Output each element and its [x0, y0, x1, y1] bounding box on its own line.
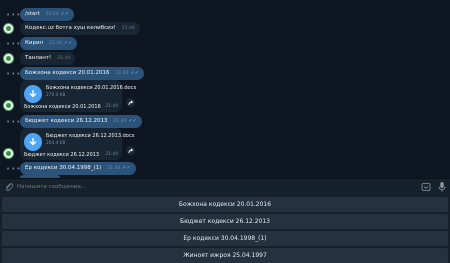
- message-composer: Напишите сообщение...: [0, 178, 450, 195]
- message-time: 21:44: [45, 12, 59, 17]
- chat-history[interactable]: ••• /start 21:44 ✓✓ Кодекс.uz ботга хуш ке…: [0, 0, 450, 178]
- file-size: 279.0 KB: [46, 93, 66, 98]
- avatar[interactable]: [3, 100, 14, 111]
- message-bubble[interactable]: Танлант! 21:44: [20, 52, 76, 65]
- message-input[interactable]: Напишите сообщение...: [17, 184, 86, 190]
- check-icon: ✓✓: [122, 165, 131, 171]
- avatar[interactable]: [3, 53, 14, 64]
- file-name[interactable]: Бюджет кодекси 26.12.2013.docx: [46, 133, 135, 139]
- message-text: Танлант!: [25, 55, 52, 61]
- message-bubble[interactable]: Кодекс.uz ботга хуш келибсиз! 21:44: [20, 22, 140, 35]
- keyboard-icon[interactable]: [421, 182, 431, 192]
- avatar[interactable]: [3, 23, 14, 34]
- document-message[interactable]: Бюджет кодекси 26.12.2013.docx 204.4 KB …: [20, 128, 135, 160]
- keyboard-button[interactable]: Божхона кодекси 20.01.2016: [2, 197, 448, 212]
- attach-icon[interactable]: [4, 182, 14, 192]
- message-text: Божхона кодекси 20.01.2016: [25, 70, 110, 76]
- mic-icon[interactable]: [437, 181, 447, 193]
- share-icon[interactable]: [126, 98, 135, 107]
- message-time: 21:44: [113, 119, 127, 124]
- keyboard-button[interactable]: Бюджет кодекси 26.12.2013: [2, 214, 448, 229]
- download-icon[interactable]: [24, 133, 42, 151]
- message-time: 21:44: [105, 152, 118, 157]
- download-icon[interactable]: [24, 85, 42, 103]
- message-time: 21:44: [107, 166, 121, 171]
- message-time: 21:44: [105, 104, 118, 109]
- message-text: Бюджет кодекси 26.12.2013: [25, 118, 108, 124]
- check-icon: ✓✓: [60, 11, 70, 17]
- share-icon[interactable]: [126, 146, 135, 155]
- message-text: Ер кодекси 30.04.1998_(1): [25, 165, 102, 171]
- message-time: 21:44: [57, 56, 71, 61]
- file-size: 204.4 KB: [46, 141, 66, 146]
- keyboard-button[interactable]: Ер кодекси 30.04.1998_(1): [2, 231, 448, 246]
- reply-keyboard: Божхона кодекси 20.01.2016 Бюджет кодекс…: [0, 195, 450, 263]
- message-text: Кирил: [25, 40, 44, 46]
- file-caption: Божхона кодекси 20.01.2016: [24, 104, 101, 110]
- message-bubble[interactable]: Божхона кодекси 20.01.2016 21:44 ✓✓: [20, 67, 144, 80]
- message-bubble[interactable]: /start 21:44 ✓✓: [20, 8, 75, 21]
- message-time: 21:44: [49, 41, 63, 46]
- message-text: Кодекс.uz ботга хуш келибсиз!: [25, 25, 116, 31]
- message-bubble[interactable]: Бюджет кодекси 26.12.2013 21:44 ✓✓: [20, 115, 142, 128]
- avatar[interactable]: [3, 148, 14, 159]
- check-icon: ✓✓: [64, 40, 73, 46]
- message-bubble[interactable]: Ер кодекси 30.04.1998_(1) 21:44 ✓✓: [20, 162, 136, 175]
- message-time: 21:44: [115, 71, 129, 76]
- message-bubble[interactable]: Кирил 21:44 ✓✓: [20, 37, 78, 50]
- keyboard-button[interactable]: Жиноят ижроя 25.04.1997: [2, 248, 448, 263]
- check-icon: ✓✓: [128, 118, 137, 124]
- check-icon: ✓✓: [130, 70, 139, 76]
- file-name[interactable]: Божхона кодекси 20.01.2016.docx: [46, 85, 136, 91]
- message-time: 21:44: [121, 26, 135, 31]
- message-text: /start: [25, 11, 40, 17]
- document-message[interactable]: Божхона кодекси 20.01.2016.docx 279.0 KB…: [20, 80, 136, 112]
- file-caption: Бюджет кодекси 26.12.2013: [24, 152, 100, 158]
